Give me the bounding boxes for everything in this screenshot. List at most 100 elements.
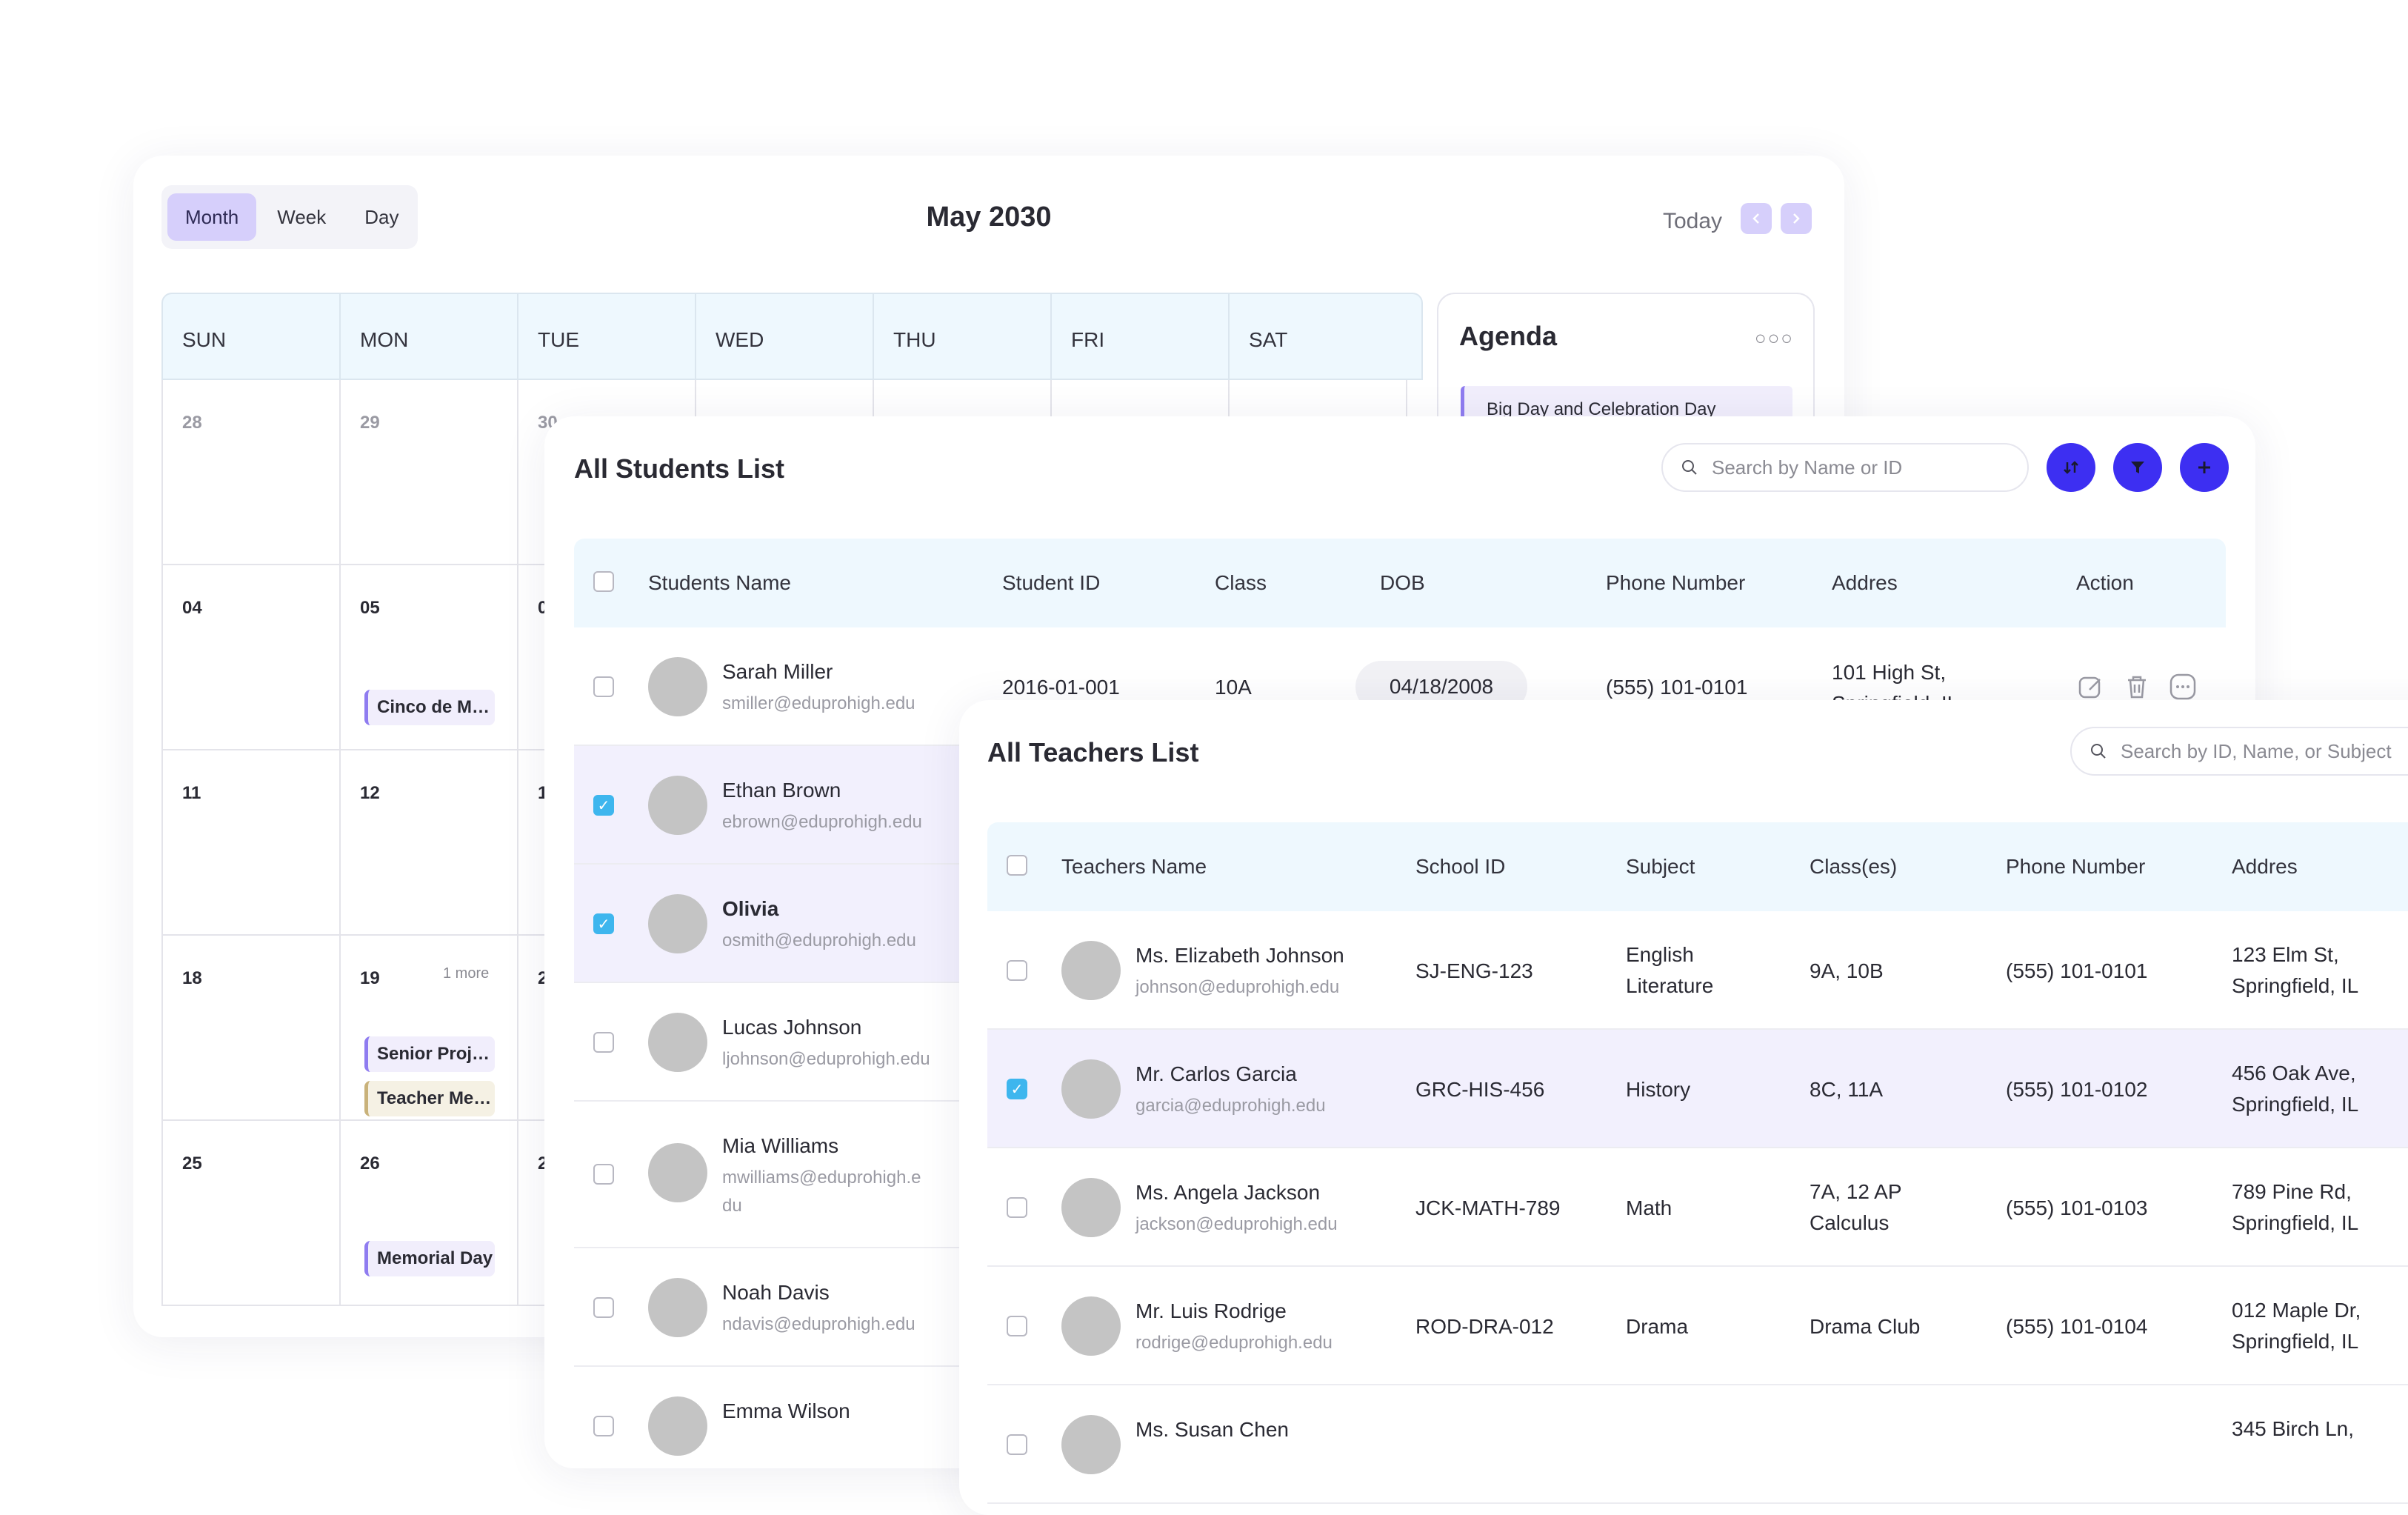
col-subject[interactable]: Subject	[1626, 855, 1695, 879]
teachers-panel: All Teachers List Search by ID, Name, or…	[959, 700, 2408, 1515]
add-button[interactable]	[2180, 443, 2229, 492]
col-school-id[interactable]: School ID	[1415, 855, 1505, 879]
avatar	[1061, 1296, 1121, 1356]
day-cell[interactable]: 25	[163, 1121, 341, 1306]
students-table-header: Students Name Student ID Class DOB Phone…	[574, 539, 2226, 627]
col-phone[interactable]: Phone Number	[2006, 855, 2145, 879]
teacher-address: 123 Elm St, Springfield, IL	[2232, 943, 2359, 997]
teacher-classes: 9A, 10B	[1810, 959, 1884, 982]
day-number: 26	[360, 1153, 380, 1173]
day-cell[interactable]: 26 Memorial Day	[341, 1121, 518, 1306]
avatar	[648, 1396, 707, 1456]
day-cell[interactable]: 04	[163, 565, 341, 750]
student-name: Lucas Johnson	[722, 1016, 862, 1039]
teacher-name: Ms. Angela Jackson	[1135, 1181, 1321, 1204]
view-month-button[interactable]: Month	[167, 193, 257, 241]
teachers-search-input[interactable]: Search by ID, Name, or Subject	[2070, 727, 2408, 776]
day-number: 12	[360, 783, 380, 803]
add-icon	[2198, 462, 2210, 473]
student-email: ljohnson@eduprohigh.edu	[722, 1049, 930, 1069]
event-cinco-de-mayo[interactable]: Cinco de Mayo	[364, 690, 495, 725]
event-teacher-meeting[interactable]: Teacher Meeting	[364, 1081, 495, 1116]
col-class[interactable]: Class	[1215, 571, 1267, 595]
day-cell[interactable]: 28	[163, 380, 341, 565]
col-student-id[interactable]: Student ID	[1002, 571, 1100, 595]
student-email: ebrown@eduprohigh.edu	[722, 812, 922, 832]
more-options-icon[interactable]: ○○○	[1755, 327, 1794, 350]
table-row[interactable]: Ms. Elizabeth Johnson johnson@eduprohigh…	[987, 911, 2408, 1030]
search-placeholder: Search by Name or ID	[1712, 456, 1903, 479]
col-address[interactable]: Addres	[2232, 855, 2298, 879]
col-dob[interactable]: DOB	[1380, 571, 1425, 595]
table-row[interactable]: ✓ Mr. Carlos Garcia garcia@eduprohigh.ed…	[987, 1030, 2408, 1148]
day-cell[interactable]: 11	[163, 750, 341, 936]
row-checkbox[interactable]	[593, 1032, 614, 1053]
teacher-classes: 8C, 11A	[1810, 1078, 1884, 1101]
sort-icon	[2064, 461, 2078, 474]
select-all-checkbox[interactable]	[593, 571, 614, 592]
filter-button[interactable]	[2113, 443, 2162, 492]
students-title: All Students List	[574, 453, 785, 484]
avatar	[648, 657, 707, 716]
student-name: Mia Williams	[722, 1134, 839, 1157]
view-day-button[interactable]: Day	[347, 193, 416, 241]
teacher-name: Mr. Luis Rodrige	[1135, 1299, 1287, 1322]
students-search-input[interactable]: Search by Name or ID	[1661, 443, 2029, 492]
weekday-header: SUN MON TUE WED THU FRI SAT	[161, 293, 1423, 380]
next-month-button[interactable]	[1781, 203, 1812, 234]
table-row[interactable]: Ms. Angela Jackson jackson@eduprohigh.ed…	[987, 1148, 2408, 1267]
select-all-checkbox[interactable]	[1007, 855, 1027, 876]
teacher-classes: Drama Club	[1810, 1315, 1921, 1338]
col-students-name[interactable]: Students Name	[648, 571, 791, 595]
day-cell[interactable]: 29	[341, 380, 518, 565]
prev-month-button[interactable]	[1741, 203, 1772, 234]
teacher-school-id: SJ-ENG-123	[1415, 959, 1533, 982]
row-checkbox-checked[interactable]: ✓	[593, 913, 614, 934]
row-checkbox[interactable]	[593, 1164, 614, 1185]
weekday-sun: SUN	[163, 294, 341, 379]
col-action: Action	[2076, 571, 2134, 594]
delete-icon[interactable]	[2122, 672, 2152, 702]
row-checkbox[interactable]	[1007, 1434, 1027, 1455]
col-teachers-name[interactable]: Teachers Name	[1061, 855, 1207, 879]
row-checkbox[interactable]	[593, 1416, 614, 1436]
day-cell[interactable]: 19 1 more Senior Project Teacher Meeting	[341, 936, 518, 1121]
day-number: 11	[182, 783, 201, 803]
view-week-button[interactable]: Week	[259, 193, 344, 241]
table-row[interactable]: Mr. Luis Rodrige rodrige@eduprohigh.edu …	[987, 1267, 2408, 1385]
day-cell[interactable]: 05 Cinco de Mayo	[341, 565, 518, 750]
row-checkbox-checked[interactable]: ✓	[593, 795, 614, 816]
student-email: osmith@eduprohigh.edu	[722, 930, 916, 950]
row-checkbox[interactable]	[1007, 960, 1027, 981]
table-row[interactable]: Ms. Susan Chen 345 Birch Ln,	[987, 1385, 2408, 1504]
row-checkbox[interactable]	[1007, 1197, 1027, 1218]
avatar	[648, 1278, 707, 1337]
col-address[interactable]: Addres	[1832, 571, 1898, 595]
avatar	[648, 776, 707, 835]
student-email: ndavis@eduprohigh.edu	[722, 1314, 915, 1334]
event-senior-project[interactable]: Senior Project	[364, 1036, 495, 1072]
weekday-wed: WED	[696, 294, 874, 379]
day-number: 18	[182, 968, 202, 988]
student-name: Emma Wilson	[722, 1399, 850, 1422]
sort-button[interactable]	[2047, 443, 2095, 492]
row-checkbox[interactable]	[593, 676, 614, 697]
search-icon	[2091, 744, 2106, 759]
row-checkbox[interactable]	[1007, 1316, 1027, 1336]
day-cell[interactable]: 18	[163, 936, 341, 1121]
calendar-title: May 2030	[926, 202, 1052, 233]
edit-icon[interactable]	[2076, 672, 2106, 702]
avatar	[648, 894, 707, 953]
student-email: mwilliams@eduprohigh.edu	[722, 1168, 921, 1216]
event-memorial-day[interactable]: Memorial Day	[364, 1241, 495, 1276]
row-checkbox-checked[interactable]: ✓	[1007, 1079, 1027, 1099]
row-checkbox[interactable]	[593, 1297, 614, 1318]
today-button[interactable]: Today	[1663, 209, 1722, 234]
col-phone[interactable]: Phone Number	[1606, 571, 1745, 595]
more-options-icon[interactable]	[2168, 672, 2198, 702]
col-classes[interactable]: Class(es)	[1810, 855, 1897, 879]
student-name: Sarah Miller	[722, 660, 833, 683]
more-events-link[interactable]: 1 more	[443, 965, 489, 982]
teacher-subject: Drama	[1626, 1315, 1689, 1338]
day-cell[interactable]: 12	[341, 750, 518, 936]
